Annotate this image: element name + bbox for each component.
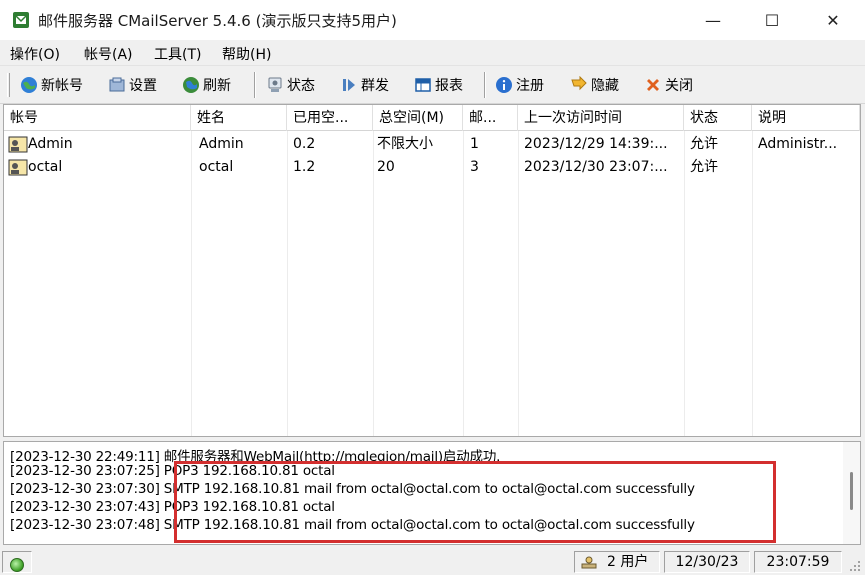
cell-total: 不限大小	[377, 136, 433, 152]
cell-last-access: 2023/12/29 14:39:...	[524, 136, 668, 152]
highlight-box	[174, 461, 776, 543]
maximize-button[interactable]: ☐	[749, 0, 795, 40]
accounts-list[interactable]: 帐号 姓名 已用空... 总空间(M) 邮... 上一次访问时间 状态 说明 A…	[3, 104, 861, 437]
status-label: 状态	[287, 78, 315, 94]
menu-help[interactable]: 帮助(H)	[222, 44, 271, 64]
menu-tools[interactable]: 工具(T)	[154, 44, 201, 64]
column-header-used[interactable]: 已用空...	[287, 105, 373, 131]
cell-description	[752, 156, 860, 179]
users-panel: 2 用户	[574, 551, 660, 573]
settings-label: 设置	[129, 78, 157, 94]
menu-operation[interactable]: 操作(O)	[10, 44, 60, 64]
cell-description: Administr...	[758, 136, 838, 152]
mass-mail-button[interactable]: 群发	[340, 73, 389, 97]
report-icon	[415, 78, 431, 92]
running-light-icon	[10, 558, 24, 572]
info-icon	[496, 77, 512, 93]
table-row[interactable]: octal octal 1.2 20 3 2023/12/30 23:07:..…	[4, 156, 860, 179]
hide-label: 隐藏	[591, 78, 619, 94]
close-icon: ✕	[826, 10, 840, 30]
cell-name: Admin	[199, 136, 244, 152]
minimize-button[interactable]: —	[690, 0, 736, 40]
user-count-icon	[581, 556, 597, 569]
status-bar: 2 用户 12/30/23 23:07:59	[0, 549, 865, 575]
maximize-icon: ☐	[764, 10, 780, 30]
column-header-mails[interactable]: 邮...	[463, 105, 518, 131]
close-button[interactable]: 关闭	[644, 73, 693, 97]
status-button[interactable]: 状态	[266, 73, 315, 97]
close-label: 关闭	[665, 78, 693, 94]
toolbar-grip[interactable]	[7, 73, 10, 97]
cell-status: 允许	[690, 159, 718, 175]
mass-mail-label: 群发	[361, 78, 389, 94]
cell-mails: 1	[470, 136, 479, 152]
status-date: 12/30/23	[675, 554, 739, 570]
cell-account: octal	[28, 159, 63, 175]
title-bar: 邮件服务器 CMailServer 5.4.6 (演示版只支持5用户) — ☐ …	[0, 0, 865, 40]
app-mail-server-icon	[13, 12, 29, 28]
close-window-button[interactable]: ✕	[810, 0, 856, 40]
report-label: 报表	[435, 78, 463, 94]
cell-total: 20	[377, 159, 395, 175]
register-button[interactable]: 注册	[495, 73, 544, 97]
toolbar: 新帐号 设置 刷新 状态 群发 报表 注册 隐藏 关闭	[0, 66, 865, 104]
toolbar-separator	[484, 72, 486, 98]
menu-account[interactable]: 帐号(A)	[84, 44, 133, 64]
status-time: 23:07:59	[766, 554, 830, 570]
cell-used: 1.2	[293, 159, 316, 175]
time-panel: 23:07:59	[754, 551, 842, 573]
column-header-description[interactable]: 说明	[752, 105, 860, 131]
refresh-button[interactable]: 刷新	[182, 73, 231, 97]
register-label: 注册	[516, 78, 544, 94]
window-title: 邮件服务器 CMailServer 5.4.6 (演示版只支持5用户)	[38, 12, 397, 30]
list-header: 帐号 姓名 已用空... 总空间(M) 邮... 上一次访问时间 状态 说明	[4, 105, 860, 131]
cell-name: octal	[199, 159, 234, 175]
refresh-globe-icon	[183, 77, 199, 93]
globe-icon	[21, 77, 37, 93]
refresh-label: 刷新	[203, 78, 231, 94]
column-header-account[interactable]: 帐号	[4, 105, 191, 131]
broadcast-icon	[343, 79, 355, 91]
cell-status: 允许	[690, 136, 718, 152]
settings-button[interactable]: 设置	[108, 73, 157, 97]
toolbar-separator	[254, 72, 256, 98]
user-count: 2 用户	[607, 554, 649, 570]
date-panel: 12/30/23	[664, 551, 750, 573]
minimize-icon: —	[705, 10, 721, 30]
column-header-status[interactable]: 状态	[684, 105, 752, 131]
report-button[interactable]: 报表	[414, 73, 463, 97]
cell-used: 0.2	[293, 136, 316, 152]
hide-button[interactable]: 隐藏	[570, 73, 619, 97]
settings-box-icon	[109, 77, 125, 92]
new-account-label: 新帐号	[41, 78, 83, 94]
resize-grip-icon[interactable]	[848, 559, 862, 573]
status-icon	[268, 77, 282, 92]
table-row[interactable]: Admin Admin 0.2 不限大小 1 2023/12/29 14:39:…	[4, 133, 860, 156]
column-header-total[interactable]: 总空间(M)	[373, 105, 463, 131]
log-scroll-thumb[interactable]	[850, 472, 853, 510]
status-indicator-panel	[2, 551, 32, 573]
cell-mails: 3	[470, 159, 479, 175]
log-scrollbar[interactable]	[843, 442, 860, 544]
column-header-last-access[interactable]: 上一次访问时间	[518, 105, 684, 131]
cell-account: Admin	[28, 136, 73, 152]
cell-last-access: 2023/12/30 23:07:...	[524, 159, 668, 175]
hide-arrow-icon	[571, 76, 587, 91]
close-x-icon	[647, 79, 659, 91]
menu-bar: 操作(O) 帐号(A) 工具(T) 帮助(H)	[0, 40, 865, 66]
new-account-button[interactable]: 新帐号	[20, 73, 83, 97]
column-header-name[interactable]: 姓名	[191, 105, 287, 131]
